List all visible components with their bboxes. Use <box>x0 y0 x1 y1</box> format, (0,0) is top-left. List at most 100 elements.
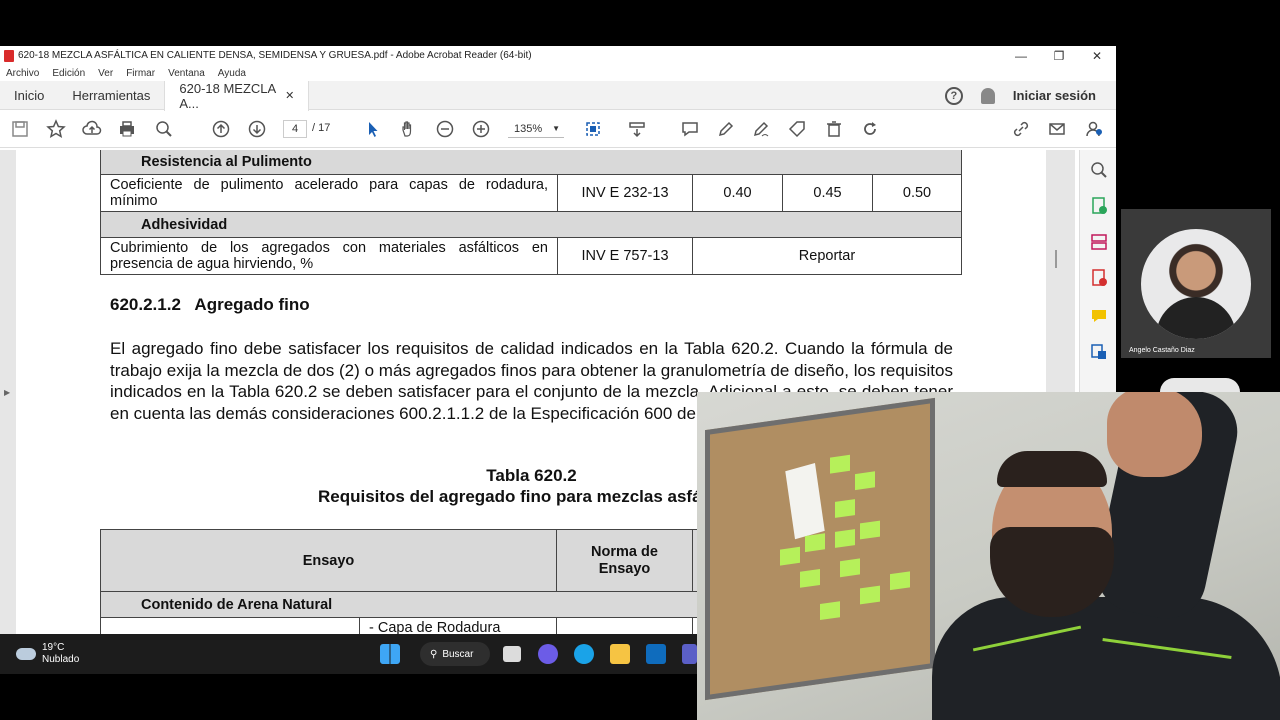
page-total: / 17 <box>312 122 331 134</box>
weather-widget[interactable]: 19°C Nublado <box>16 642 79 666</box>
weather-desc: Nublado <box>42 654 80 665</box>
taskbar-search[interactable]: ⚲ Buscar <box>420 642 490 666</box>
sticky-note <box>835 529 855 548</box>
export-pdf-icon[interactable] <box>1089 196 1109 216</box>
header-norma: Norma de Ensayo <box>556 529 693 592</box>
search-label: Buscar <box>442 648 474 660</box>
zoom-select[interactable]: 135% ▼ <box>508 120 564 138</box>
left-panel-toggle-icon[interactable]: ▶ <box>4 388 10 397</box>
delete-icon[interactable] <box>824 119 844 139</box>
maximize-button[interactable]: ❐ <box>1040 49 1078 63</box>
tab-document-label: 620-18 MEZCLA A... <box>179 80 276 111</box>
cell-blank <box>100 617 360 634</box>
print-icon[interactable] <box>117 119 137 139</box>
zoom-out-icon[interactable] <box>435 119 455 139</box>
outlook-icon[interactable] <box>646 644 666 664</box>
cork-board <box>705 397 935 701</box>
search-icon: ⚲ <box>430 648 438 660</box>
cell-value-1: 0.40 <box>692 174 783 212</box>
sticky-note <box>840 558 860 578</box>
compress-icon[interactable] <box>1089 342 1109 362</box>
select-cursor-icon[interactable] <box>363 119 383 139</box>
create-pdf-icon[interactable] <box>1089 268 1109 288</box>
minimize-button[interactable]: — <box>1002 49 1040 63</box>
menu-ver[interactable]: Ver <box>98 68 113 79</box>
rotate-icon[interactable] <box>860 119 880 139</box>
cloud-icon <box>16 648 36 660</box>
requirements-table-top: Resistencia al Pulimento Coeficiente de … <box>100 150 962 275</box>
webcam-video <box>697 392 1280 720</box>
chevron-down-icon: ▼ <box>552 124 560 133</box>
share-user-icon[interactable] <box>1084 119 1104 139</box>
page-up-icon[interactable] <box>211 119 231 139</box>
menu-bar: Archivo Edición Ver Firmar Ventana Ayuda <box>0 65 1116 81</box>
file-explorer-icon[interactable] <box>610 644 630 664</box>
tab-bar: Inicio Herramientas 620-18 MEZCLA A... ✕… <box>0 80 1116 111</box>
signin-button[interactable]: Iniciar sesión <box>1013 88 1096 103</box>
cell-ensayo: Coeficiente de pulimento acelerado para … <box>100 174 558 212</box>
teams-icon[interactable] <box>682 644 697 664</box>
save-icon[interactable] <box>10 119 30 139</box>
participant-name: Angelo Castaño Diaz <box>1129 347 1195 354</box>
sticky-note <box>780 546 800 566</box>
participant-tile: Angelo Castaño Diaz <box>1121 209 1271 358</box>
windows-start-icon[interactable] <box>380 644 400 664</box>
participant-avatar <box>1141 229 1251 339</box>
cell-value-2: 0.45 <box>782 174 873 212</box>
vertical-scrollbar[interactable] <box>1055 250 1057 268</box>
tab-tools[interactable]: Herramientas <box>58 81 164 110</box>
cell-value-3: 0.50 <box>872 174 962 212</box>
menu-ayuda[interactable]: Ayuda <box>218 68 246 79</box>
tab-close-icon[interactable]: ✕ <box>285 89 294 102</box>
header-ensayo: Ensayo <box>100 529 557 592</box>
bell-icon[interactable] <box>980 87 995 104</box>
help-icon[interactable]: ? <box>944 86 963 105</box>
zoom-panel-icon[interactable] <box>1089 160 1109 180</box>
edge-icon[interactable] <box>574 644 594 664</box>
sticky-note <box>820 601 840 620</box>
section-adhesividad: Adhesividad <box>100 211 962 238</box>
menu-edicion[interactable]: Edición <box>52 68 85 79</box>
cell-reportar: Reportar <box>692 237 962 275</box>
link-icon[interactable] <box>1011 119 1031 139</box>
zoom-in-icon[interactable] <box>471 119 491 139</box>
jacket-stripe <box>972 625 1082 652</box>
zoom-value: 135% <box>514 123 543 135</box>
zoom-search-icon[interactable] <box>154 119 174 139</box>
menu-archivo[interactable]: Archivo <box>6 68 39 79</box>
scroll-mode-icon[interactable] <box>627 119 647 139</box>
page-number-input[interactable]: 4 <box>283 120 307 138</box>
cell-capa-rodadura: - Capa de Rodadura <box>359 617 557 634</box>
task-view-icon[interactable] <box>503 646 521 662</box>
sticky-note <box>860 520 880 540</box>
close-button[interactable]: ✕ <box>1078 49 1116 63</box>
mail-icon[interactable] <box>1047 119 1067 139</box>
presenter <box>932 392 1280 720</box>
jacket <box>932 597 1280 720</box>
section-pulimento: Resistencia al Pulimento <box>100 150 962 175</box>
tab-document[interactable]: 620-18 MEZCLA A... ✕ <box>164 80 310 111</box>
sticky-note <box>890 571 910 591</box>
fit-page-icon[interactable] <box>583 119 603 139</box>
menu-ventana[interactable]: Ventana <box>168 68 205 79</box>
cell-ensayo: Cubrimiento de los agregados con materia… <box>100 237 558 275</box>
hand-tool-icon[interactable] <box>399 119 419 139</box>
sticky-note <box>855 471 875 491</box>
draw-icon[interactable] <box>751 119 771 139</box>
toolbar: 4 / 17 135% ▼ <box>0 110 1116 148</box>
comment-icon[interactable] <box>680 119 700 139</box>
section-heading: 620.2.1.2 Agregado fino <box>110 295 310 314</box>
hair <box>997 451 1107 487</box>
page-down-icon[interactable] <box>247 119 267 139</box>
meet-icon[interactable] <box>538 644 558 664</box>
star-icon[interactable] <box>46 119 66 139</box>
highlight-pen-icon[interactable] <box>716 119 736 139</box>
menu-firmar[interactable]: Firmar <box>126 68 155 79</box>
edit-tag-icon[interactable] <box>787 119 807 139</box>
sticky-note <box>805 533 825 553</box>
tab-home[interactable]: Inicio <box>0 81 58 110</box>
upload-cloud-icon[interactable] <box>82 119 102 139</box>
organize-pages-icon[interactable] <box>1089 232 1109 252</box>
participant-tile-2 <box>1160 378 1240 392</box>
comment-panel-icon[interactable] <box>1089 306 1109 326</box>
